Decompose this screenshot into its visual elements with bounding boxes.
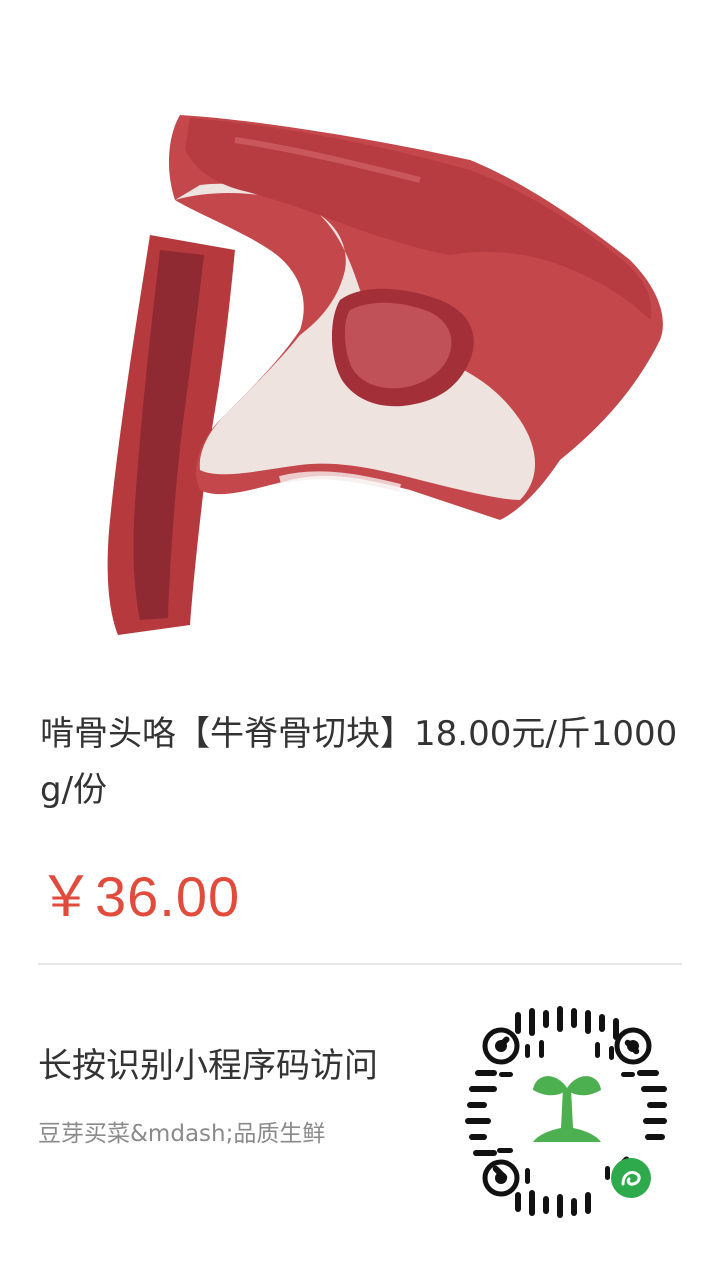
qr-instruction-text: 长按识别小程序码访问 — [38, 1046, 378, 1086]
product-title: 啃骨头咯【牛脊骨切块】18.00元/斤1000g/份 — [40, 714, 678, 810]
shop-name: 豆芽买菜&mdash;品质生鲜 — [38, 1121, 326, 1147]
product-image[interactable] — [0, 0, 720, 680]
qr-code-image — [463, 1006, 671, 1218]
mini-program-icon — [611, 1158, 651, 1198]
price-label: ￥36.00 — [38, 865, 241, 928]
mini-program-qr-code[interactable] — [455, 1000, 679, 1224]
beef-spine-image — [107, 115, 663, 635]
divider — [38, 963, 682, 965]
